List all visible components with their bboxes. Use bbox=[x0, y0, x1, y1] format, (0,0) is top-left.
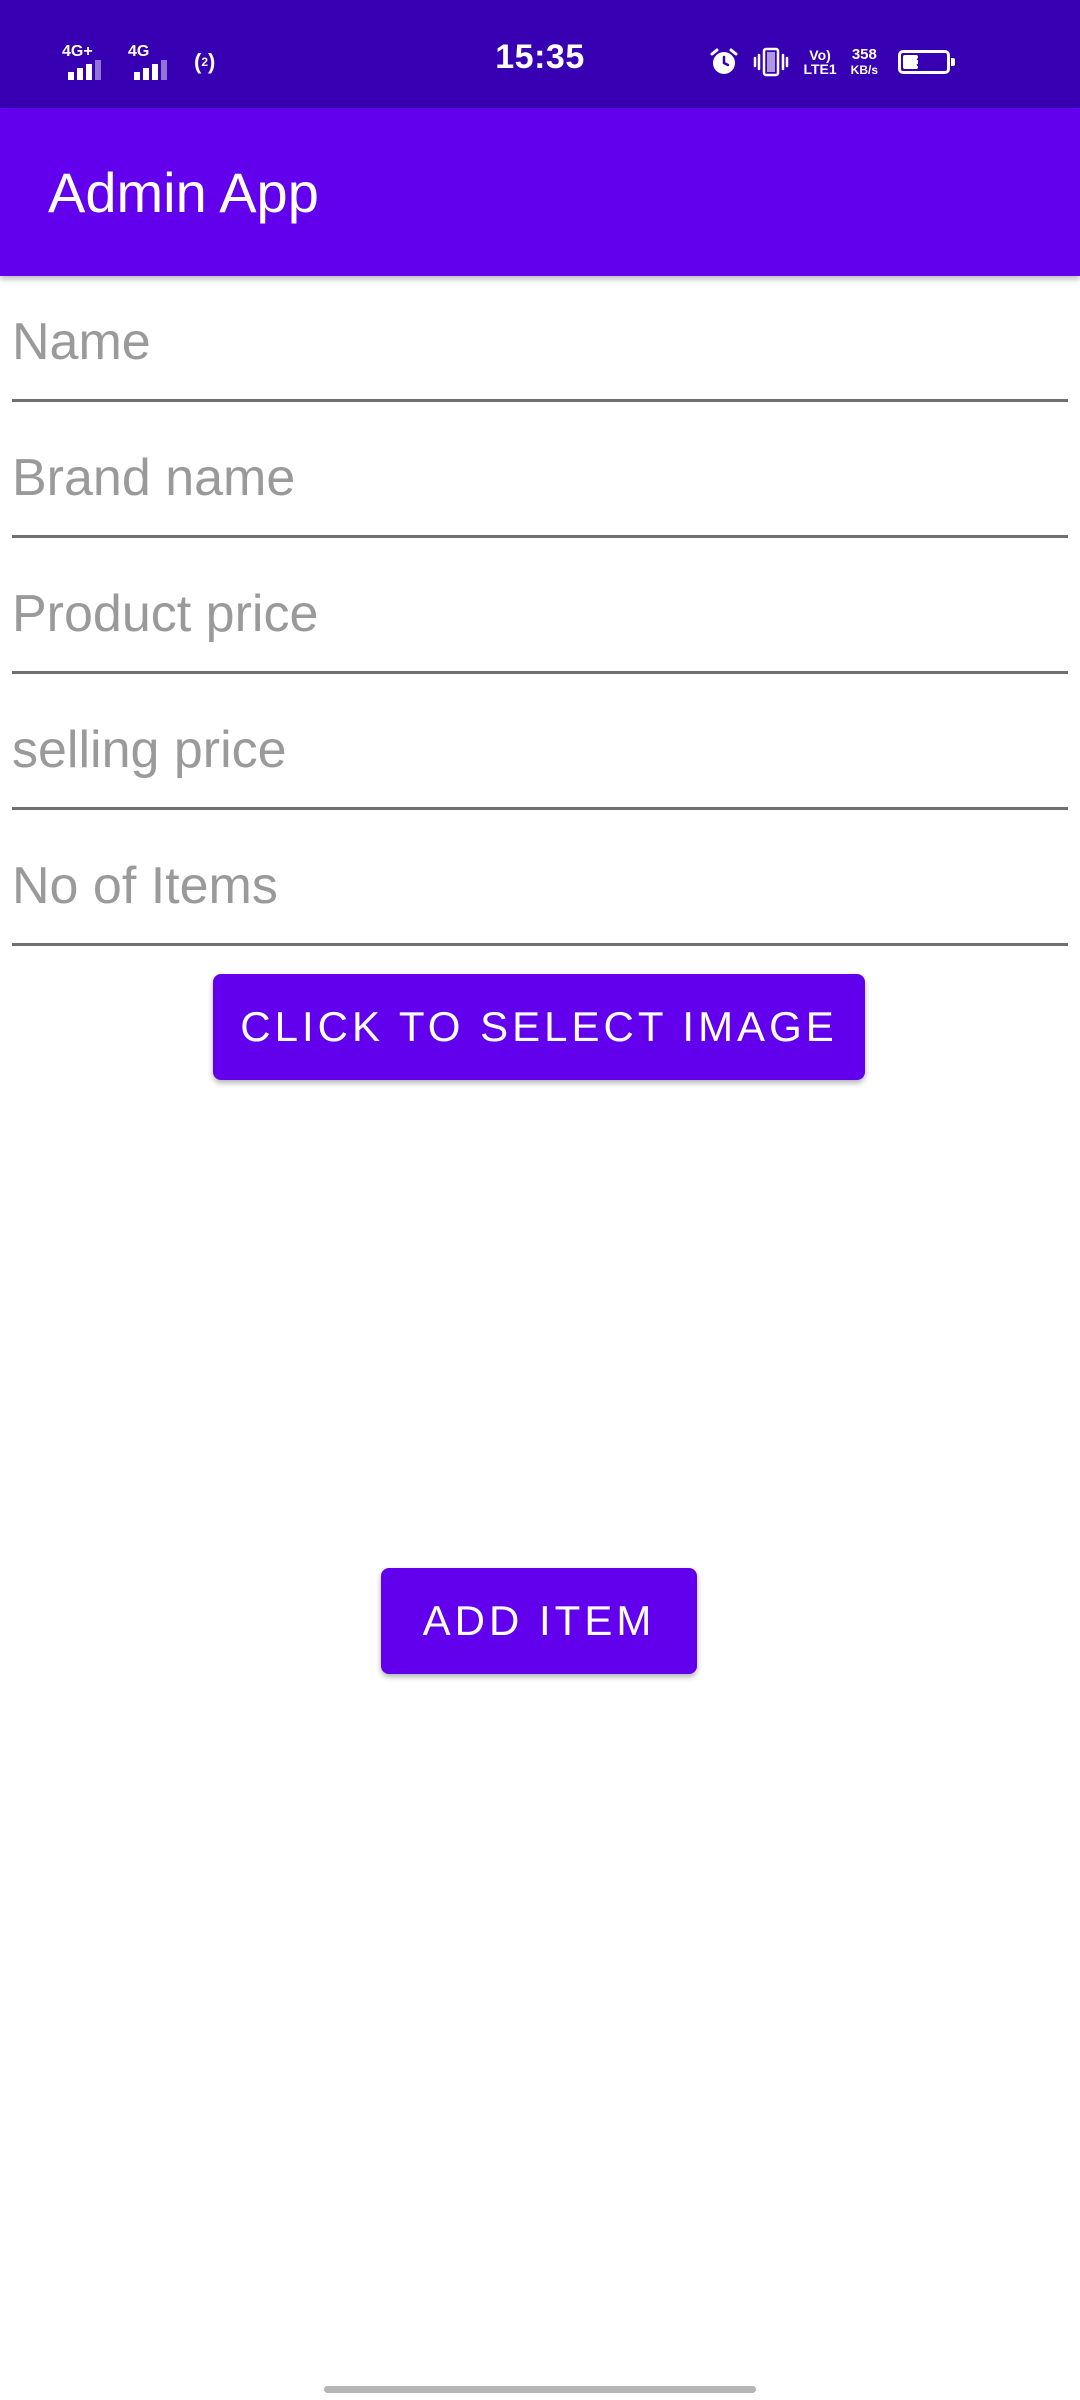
selling-price-input[interactable] bbox=[12, 700, 1068, 800]
name-input[interactable] bbox=[12, 292, 1068, 392]
status-bar: 4G+ 4G (2) 15:35 Vo) LTE1 358 KB/s 36 bbox=[0, 0, 1080, 108]
name-field bbox=[12, 292, 1068, 402]
vibrate-icon bbox=[753, 47, 789, 77]
network-speed: 358 KB/s bbox=[851, 47, 878, 78]
select-image-button[interactable]: Click to select image bbox=[213, 974, 865, 1080]
name-underline bbox=[12, 399, 1068, 402]
item-count-field bbox=[12, 836, 1068, 946]
speed-unit: KB/s bbox=[850, 62, 878, 77]
selling-price-underline bbox=[12, 807, 1068, 810]
home-indicator[interactable] bbox=[324, 2386, 756, 2393]
battery-icon: 36 bbox=[898, 50, 955, 74]
item-count-underline bbox=[12, 943, 1068, 946]
product-price-input[interactable] bbox=[12, 564, 1068, 664]
item-count-input[interactable] bbox=[12, 836, 1068, 936]
brand-name-field bbox=[12, 428, 1068, 538]
product-price-field bbox=[12, 564, 1068, 674]
add-item-button[interactable]: Add item bbox=[381, 1568, 697, 1674]
speed-value: 358 bbox=[851, 45, 877, 63]
brand-name-underline bbox=[12, 535, 1068, 538]
app-bar: Admin App bbox=[0, 108, 1080, 276]
battery-level: 36 bbox=[916, 54, 932, 70]
selling-price-field bbox=[12, 700, 1068, 810]
product-price-underline bbox=[12, 671, 1068, 674]
volte-indicator: Vo) LTE1 bbox=[803, 48, 836, 76]
lte-label: LTE1 bbox=[803, 61, 837, 77]
page-title: Admin App bbox=[48, 161, 319, 224]
brand-name-input[interactable] bbox=[12, 428, 1068, 528]
status-right-cluster: Vo) LTE1 358 KB/s 36 bbox=[709, 44, 955, 80]
alarm-clock-icon bbox=[709, 47, 739, 77]
